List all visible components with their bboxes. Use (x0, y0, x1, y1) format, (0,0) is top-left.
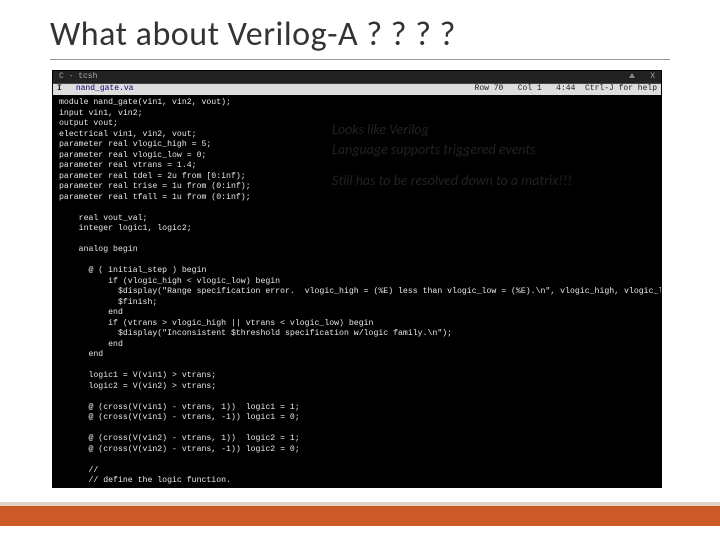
slide: What about Verilog-A ? ? ? ? C - tcsh X … (0, 0, 720, 540)
annotation-line-1: Looks like Verilog (332, 120, 662, 140)
annotation-line-2: Language supports triggered events (332, 140, 662, 160)
status-col: Col 1 (518, 84, 542, 93)
status-help: Ctrl-J for help (585, 84, 657, 93)
close-icon[interactable]: X (650, 72, 655, 81)
status-right: Row 70 Col 1 4:44 Ctrl-J for help (147, 84, 657, 94)
status-row: Row 70 (475, 84, 504, 93)
annotation-box: Looks like Verilog Language supports tri… (332, 120, 662, 201)
footer-bar (0, 506, 720, 526)
status-time: 4:44 (556, 84, 575, 93)
titlebar-right: X (627, 72, 655, 82)
annotation-line-3: Still has to be resolved down to a matri… (332, 171, 662, 191)
maximize-icon[interactable] (629, 73, 635, 78)
editor-mode: I (57, 84, 62, 94)
terminal-titlebar: C - tcsh X (53, 71, 661, 84)
terminal-title-text: C - tcsh (59, 72, 97, 82)
editor-statusbar: I nand_gate.va Row 70 Col 1 4:44 Ctrl-J … (53, 84, 661, 95)
slide-title: What about Verilog-A ? ? ? ? (50, 14, 670, 60)
editor-filename: nand_gate.va (76, 84, 134, 94)
